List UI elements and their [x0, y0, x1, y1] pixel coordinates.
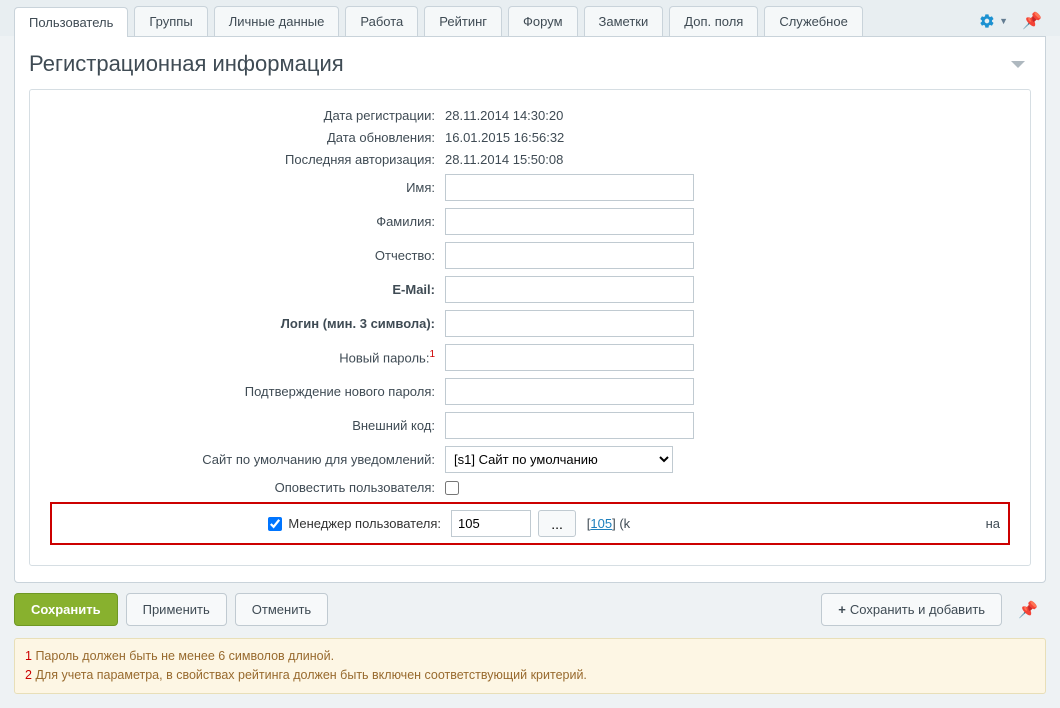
lastname-field[interactable] — [445, 208, 694, 235]
label-name: Имя: — [50, 180, 445, 195]
manager-highlight-box: Менеджер пользователя: ... [105] (k на — [50, 502, 1010, 545]
manager-browse-button[interactable]: ... — [538, 510, 576, 537]
cancel-button[interactable]: Отменить — [235, 593, 328, 626]
label-lastname: Фамилия: — [50, 214, 445, 229]
label-email: E-Mail: — [50, 282, 445, 297]
label-extcode: Внешний код: — [50, 418, 445, 433]
label-reg-date: Дата регистрации: — [50, 108, 445, 123]
middlename-field[interactable] — [445, 242, 694, 269]
label-confirmpass: Подтверждение нового пароля: — [50, 384, 445, 399]
label-manager: Менеджер пользователя: — [288, 516, 441, 531]
manager-id-field[interactable] — [451, 510, 531, 537]
footnote-num-1: 1 — [25, 649, 32, 663]
footnote-num-2: 2 — [25, 668, 32, 682]
manager-visibility-checkbox[interactable] — [268, 517, 282, 531]
value-upd-date: 16.01.2015 16:56:32 — [445, 130, 564, 145]
pin-icon[interactable]: 📌 — [1018, 7, 1046, 35]
footnotes: 1 Пароль должен быть не менее 6 символов… — [14, 638, 1046, 694]
defsite-select[interactable]: [s1] Сайт по умолчанию — [445, 446, 673, 473]
manager-link[interactable]: 105 — [590, 516, 612, 531]
extcode-field[interactable] — [445, 412, 694, 439]
tab-user[interactable]: Пользователь — [14, 7, 128, 37]
footnote-1-ref: 1 — [429, 349, 435, 360]
manager-desc-suffix: на — [986, 516, 1004, 531]
footnote-text-2: Для учета параметра, в свойствах рейтинг… — [35, 668, 586, 682]
label-defsite: Сайт по умолчанию для уведомлений: — [50, 452, 445, 467]
tab-custom-fields[interactable]: Доп. поля — [669, 6, 758, 36]
tab-personal[interactable]: Личные данные — [214, 6, 340, 36]
gear-icon — [979, 13, 995, 29]
save-and-add-button[interactable]: +Сохранить и добавить — [821, 593, 1002, 626]
tab-forum[interactable]: Форум — [508, 6, 578, 36]
newpass-field[interactable] — [445, 344, 694, 371]
login-field[interactable] — [445, 310, 694, 337]
label-notify: Оповестить пользователя: — [50, 480, 445, 495]
confirmpass-field[interactable] — [445, 378, 694, 405]
tabs-bar: Пользователь Группы Личные данные Работа… — [0, 0, 1060, 36]
manager-desc-prefix: (k — [619, 516, 630, 531]
settings-menu[interactable]: ▼ — [975, 9, 1012, 33]
label-middlename: Отчество: — [50, 248, 445, 263]
label-upd-date: Дата обновления: — [50, 130, 445, 145]
notify-checkbox[interactable] — [445, 481, 459, 495]
label-login: Логин (мин. 3 символа): — [50, 316, 445, 331]
pin-actions-icon[interactable]: 📌 — [1010, 596, 1046, 624]
tab-system[interactable]: Служебное — [764, 6, 863, 36]
tab-groups[interactable]: Группы — [134, 6, 207, 36]
tab-work[interactable]: Работа — [345, 6, 418, 36]
label-newpass: Новый пароль:1 — [50, 349, 445, 365]
form-container: Дата регистрации: 28.11.2014 14:30:20 Да… — [29, 89, 1031, 566]
collapse-toggle-icon[interactable] — [1011, 61, 1025, 68]
label-last-auth: Последняя авторизация: — [50, 152, 445, 167]
footnote-text-1: Пароль должен быть не менее 6 символов д… — [35, 649, 334, 663]
apply-button[interactable]: Применить — [126, 593, 227, 626]
save-button[interactable]: Сохранить — [14, 593, 118, 626]
plus-icon: + — [838, 602, 846, 617]
email-field[interactable] — [445, 276, 694, 303]
value-last-auth: 28.11.2014 15:50:08 — [445, 152, 563, 167]
tab-rating[interactable]: Рейтинг — [424, 6, 502, 36]
section-title: Регистрационная информация — [29, 51, 344, 77]
name-field[interactable] — [445, 174, 694, 201]
actions-bar: Сохранить Применить Отменить +Сохранить … — [0, 583, 1060, 636]
value-reg-date: 28.11.2014 14:30:20 — [445, 108, 563, 123]
chevron-down-icon: ▼ — [999, 16, 1008, 26]
tab-notes[interactable]: Заметки — [584, 6, 664, 36]
